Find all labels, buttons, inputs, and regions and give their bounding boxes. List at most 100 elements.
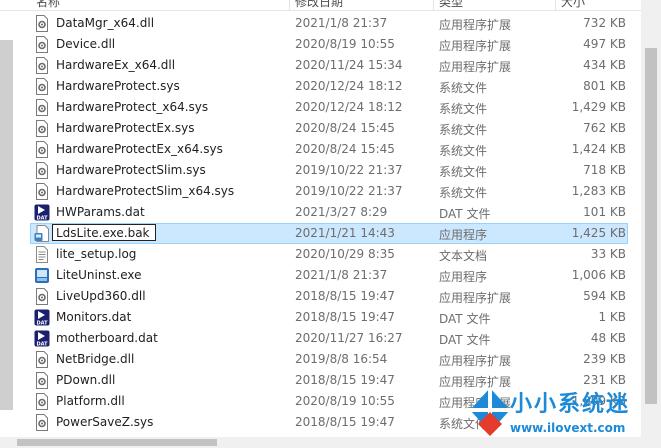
file-row[interactable]: lite_setup.log 2020/10/29 8:35 文本文档 33 KB — [30, 244, 628, 265]
file-type: DAT 文件 — [439, 207, 491, 221]
sys-file-icon — [34, 120, 50, 137]
file-name: Platform.dll — [56, 394, 125, 408]
file-row[interactable]: DAT HWParams.dat 2021/3/27 8:29 DAT 文件 101 K… — [30, 202, 628, 223]
file-type: 应用程序 — [439, 228, 488, 242]
file-size: 1,006 KB — [571, 268, 626, 282]
dat-file-icon: DAT — [34, 204, 50, 222]
file-row[interactable]: HardwareEx_x64.dll 2020/11/24 15:34 应用程序扩展… — [30, 55, 628, 76]
watermark: 小小系统迷 www.ilovext.com — [468, 384, 658, 444]
file-size: 1,283 KB — [571, 184, 626, 198]
file-type: 系统文件 — [439, 81, 488, 95]
file-row[interactable]: 2021/1/21 14:43 应用程序 1,425 KB — [30, 223, 628, 244]
file-name: Monitors.dat — [56, 310, 132, 324]
dll-file-icon — [34, 36, 50, 53]
file-modified-date: 2021/1/8 21:37 — [295, 16, 388, 30]
file-name: LiveUpd360.dll — [56, 289, 146, 303]
file-name: Device.dll — [56, 37, 116, 51]
svg-text:DAT: DAT — [36, 216, 48, 222]
file-name: HardwareEx_x64.dll — [56, 58, 176, 72]
file-row[interactable]: HardwareProtect_x64.sys 2020/12/24 18:12 系… — [30, 97, 628, 118]
dll-file-icon — [34, 15, 50, 32]
file-type: DAT 文件 — [439, 333, 491, 347]
file-size: 594 KB — [583, 289, 626, 303]
file-modified-date: 2021/1/21 14:43 — [295, 226, 395, 240]
file-modified-date: 2020/12/24 18:12 — [295, 79, 403, 93]
sys-file-icon — [34, 162, 50, 179]
file-size: 497 KB — [583, 37, 626, 51]
file-name: NetBridge.dll — [56, 352, 135, 366]
sys-file-icon — [34, 141, 50, 158]
file-row[interactable]: DAT motherboard.dat 2020/11/27 16:27 DAT 文件… — [30, 328, 628, 349]
column-divider[interactable] — [433, 0, 434, 10]
file-type: 应用程序 — [439, 270, 488, 284]
file-row[interactable]: Device.dll 2020/8/19 10:55 应用程序扩展 497 KB — [30, 34, 628, 55]
file-type: 应用程序扩展 — [439, 291, 512, 305]
file-modified-date: 2020/8/19 10:55 — [295, 37, 395, 51]
exe-file-icon — [34, 225, 50, 242]
sys-file-icon — [34, 414, 50, 431]
file-row[interactable]: DataMgr_x64.dll 2021/1/8 21:37 应用程序扩展 732 K… — [30, 13, 628, 34]
file-modified-date: 2021/1/8 21:37 — [295, 268, 388, 282]
file-name: lite_setup.log — [56, 247, 137, 261]
column-header-name[interactable]: 名称 — [36, 0, 60, 10]
file-name: HardwareProtect_x64.sys — [56, 100, 209, 114]
file-row[interactable]: HardwareProtectSlim_x64.sys 2019/10/22 21… — [30, 181, 628, 202]
file-modified-date: 2018/8/15 19:47 — [295, 373, 395, 387]
column-header-size[interactable]: 大小 — [561, 0, 585, 10]
sys-file-icon — [34, 183, 50, 200]
file-modified-date: 2019/10/22 21:37 — [295, 163, 403, 177]
file-modified-date: 2020/10/29 8:35 — [295, 247, 395, 261]
horizontal-scrollbar-thumb[interactable] — [17, 439, 217, 446]
file-modified-date: 2018/8/15 19:47 — [295, 415, 395, 429]
sys-file-icon — [34, 78, 50, 95]
file-type: 文本文档 — [439, 249, 488, 263]
watermark-url: www.ilovext.com — [510, 421, 626, 435]
file-row[interactable]: HardwareProtectEx_x64.sys 2020/8/24 15:45… — [30, 139, 628, 160]
file-name: motherboard.dat — [56, 331, 158, 345]
file-type: 应用程序扩展 — [439, 60, 512, 74]
file-modified-date: 2018/8/15 19:47 — [295, 310, 395, 324]
file-type: 系统文件 — [439, 144, 488, 158]
file-row[interactable]: HardwareProtectSlim.sys 2019/10/22 21:37 系… — [30, 160, 628, 181]
vertical-scrollbar-thumb[interactable] — [645, 48, 657, 404]
dll-file-icon — [34, 393, 50, 410]
file-name: HWParams.dat — [56, 205, 145, 219]
file-size: 1 KB — [598, 310, 626, 324]
file-size: 434 KB — [583, 58, 626, 72]
column-divider[interactable] — [289, 0, 290, 10]
file-name: HardwareProtectSlim.sys — [56, 163, 206, 177]
dat-file-icon: DAT — [34, 330, 50, 348]
file-row[interactable]: DAT Monitors.dat 2018/8/15 19:47 DAT 文件 1 KB — [30, 307, 628, 328]
file-modified-date: 2020/8/24 15:45 — [295, 142, 395, 156]
file-row[interactable]: HardwareProtect.sys 2020/12/24 18:12 系统文件 8… — [30, 76, 628, 97]
file-size: 718 KB — [583, 163, 626, 177]
file-size: 48 KB — [590, 331, 626, 345]
watermark-title: 小小系统迷 — [510, 392, 631, 417]
file-row[interactable]: LiteUninst.exe 2021/1/8 21:37 应用程序 1,006 KB — [30, 265, 628, 286]
file-modified-date: 2020/8/19 10:55 — [295, 394, 395, 408]
svg-text:DAT: DAT — [36, 342, 48, 348]
svg-text:DAT: DAT — [36, 321, 48, 327]
file-size: 1,425 KB — [571, 226, 626, 240]
vertical-scrollbar[interactable] — [641, 0, 661, 448]
column-header-type[interactable]: 类型 — [439, 0, 463, 10]
uninstall-app-icon — [34, 267, 50, 284]
file-type: 系统文件 — [439, 186, 488, 200]
file-modified-date: 2021/3/27 8:29 — [295, 205, 388, 219]
file-size: 762 KB — [583, 121, 626, 135]
file-name: DataMgr_x64.dll — [56, 16, 155, 30]
file-list: DataMgr_x64.dll 2021/1/8 21:37 应用程序扩展 732 K… — [0, 13, 641, 448]
file-name: HardwareProtectSlim_x64.sys — [56, 184, 235, 198]
file-type: 应用程序扩展 — [439, 39, 512, 53]
file-row[interactable]: LiveUpd360.dll 2018/8/15 19:47 应用程序扩展 594 K… — [30, 286, 628, 307]
file-row[interactable]: HardwareProtectEx.sys 2020/8/24 15:45 系统文件… — [30, 118, 628, 139]
watermark-logo-icon — [470, 388, 510, 436]
column-header-date[interactable]: 修改日期 — [295, 0, 343, 10]
column-divider[interactable] — [555, 0, 556, 10]
file-size: 801 KB — [583, 79, 626, 93]
text-file-icon — [34, 246, 50, 263]
dll-file-icon — [34, 372, 50, 389]
file-size: 33 KB — [590, 247, 626, 261]
file-row[interactable]: NetBridge.dll 2019/8/8 16:54 应用程序扩展 239 KB — [30, 349, 628, 370]
rename-input[interactable] — [52, 224, 156, 241]
